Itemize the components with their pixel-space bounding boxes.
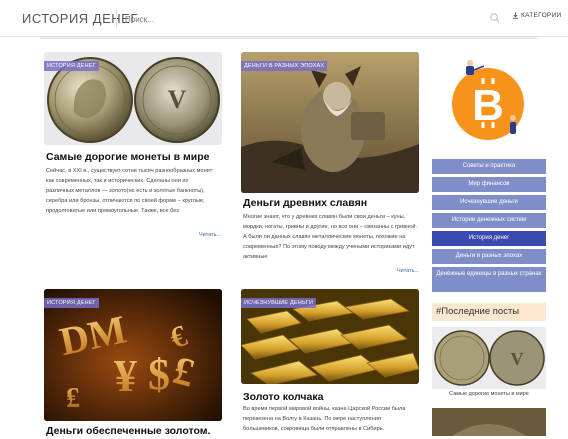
menu-item-currency-units[interactable]: Денежные единицы в разных странах xyxy=(432,267,546,292)
menu-item-monetary-systems[interactable]: Истории денежных систем xyxy=(432,213,546,228)
recent-posts-heading: #Последние посты xyxy=(432,303,546,321)
svg-text:₤: ₤ xyxy=(66,383,80,414)
post-excerpt: Многие знают, что у древних славян были … xyxy=(243,214,418,260)
menu-item-finance-world[interactable]: Мир финансов xyxy=(432,177,546,192)
recent-post-title[interactable]: Самые дорогие монеты в мире xyxy=(432,391,546,397)
site-header: ИСТОРИЯ ДЕНЕГ КАТЕГОРИИ xyxy=(0,0,568,37)
recent-post-thumbnail-next[interactable] xyxy=(432,408,546,436)
menu-item-money-eras[interactable]: Деньги в разных эпохах xyxy=(432,249,546,264)
post-excerpt: Сейчас, в XXI в., существует сотни тысяч… xyxy=(46,168,214,214)
search-bar xyxy=(116,9,501,29)
post-category-badge[interactable]: ДЕНЬГИ В РАЗНЫХ ЭПОХАХ xyxy=(241,61,328,71)
svg-text:V: V xyxy=(168,85,187,114)
svg-text:$: $ xyxy=(148,350,170,399)
svg-text:B: B xyxy=(472,81,504,130)
post-image-slavs[interactable] xyxy=(241,52,419,193)
category-menu: Советы и практика Мир финансов Исчезнувш… xyxy=(432,159,546,295)
post-card-slavs-money: ДЕНЬГИ В РАЗНЫХ ЭПОХАХ Деньги древних сл… xyxy=(241,52,421,277)
categories-button[interactable]: КАТЕГОРИИ xyxy=(512,12,562,19)
svg-text:V: V xyxy=(511,349,524,369)
post-title[interactable]: Самые дорогие монеты в мире xyxy=(46,151,210,163)
post-title[interactable]: Золото колчака xyxy=(243,391,323,403)
header-divider xyxy=(40,37,537,39)
categories-label: КАТЕГОРИИ xyxy=(521,12,562,19)
post-category-badge[interactable]: ИСТОРИЯ ДЕНЕГ xyxy=(44,61,99,71)
categories-icon xyxy=(513,12,518,19)
search-icon[interactable] xyxy=(489,12,501,24)
post-card-expensive-coins: V ИСТОРИЯ ДЕНЕГ Самые дорогие монеты в м… xyxy=(44,52,224,242)
svg-text:¥: ¥ xyxy=(114,350,137,401)
post-category-badge[interactable]: ИСЧЕЗНУВШИЕ ДЕНЬГИ xyxy=(241,298,317,308)
post-category-badge[interactable]: ИСТОРИЯ ДЕНЕГ xyxy=(44,298,99,308)
post-excerpt: Во время первой мировой войны, казна Цар… xyxy=(243,406,406,432)
recent-post-thumbnail[interactable]: V xyxy=(432,327,546,389)
post-card-gold-backed: DM ¥ $ £ € ₤ ИСТОРИЯ ДЕНЕГ Деньги обеспе… xyxy=(44,289,224,439)
post-image-currency[interactable]: DM ¥ $ £ € ₤ xyxy=(44,289,222,421)
read-more-link[interactable]: Читать... xyxy=(397,268,419,274)
post-card-kolchak-gold: ИСЧЕЗНУВШИЕ ДЕНЬГИ Золото колчака Во вре… xyxy=(241,289,421,439)
sidebar-bitcoin-illustration[interactable]: B xyxy=(446,56,526,144)
post-title[interactable]: Деньги древних славян xyxy=(243,197,367,209)
menu-item-money-history[interactable]: История денег xyxy=(432,231,546,246)
menu-item-tips[interactable]: Советы и практика xyxy=(432,159,546,174)
post-title[interactable]: Деньги обеспеченные золотом. xyxy=(46,425,210,437)
menu-item-vanished-money[interactable]: Исчезнувшие деньги xyxy=(432,195,546,210)
search-input[interactable] xyxy=(123,10,477,29)
read-more-link[interactable]: Читать... xyxy=(199,232,221,238)
